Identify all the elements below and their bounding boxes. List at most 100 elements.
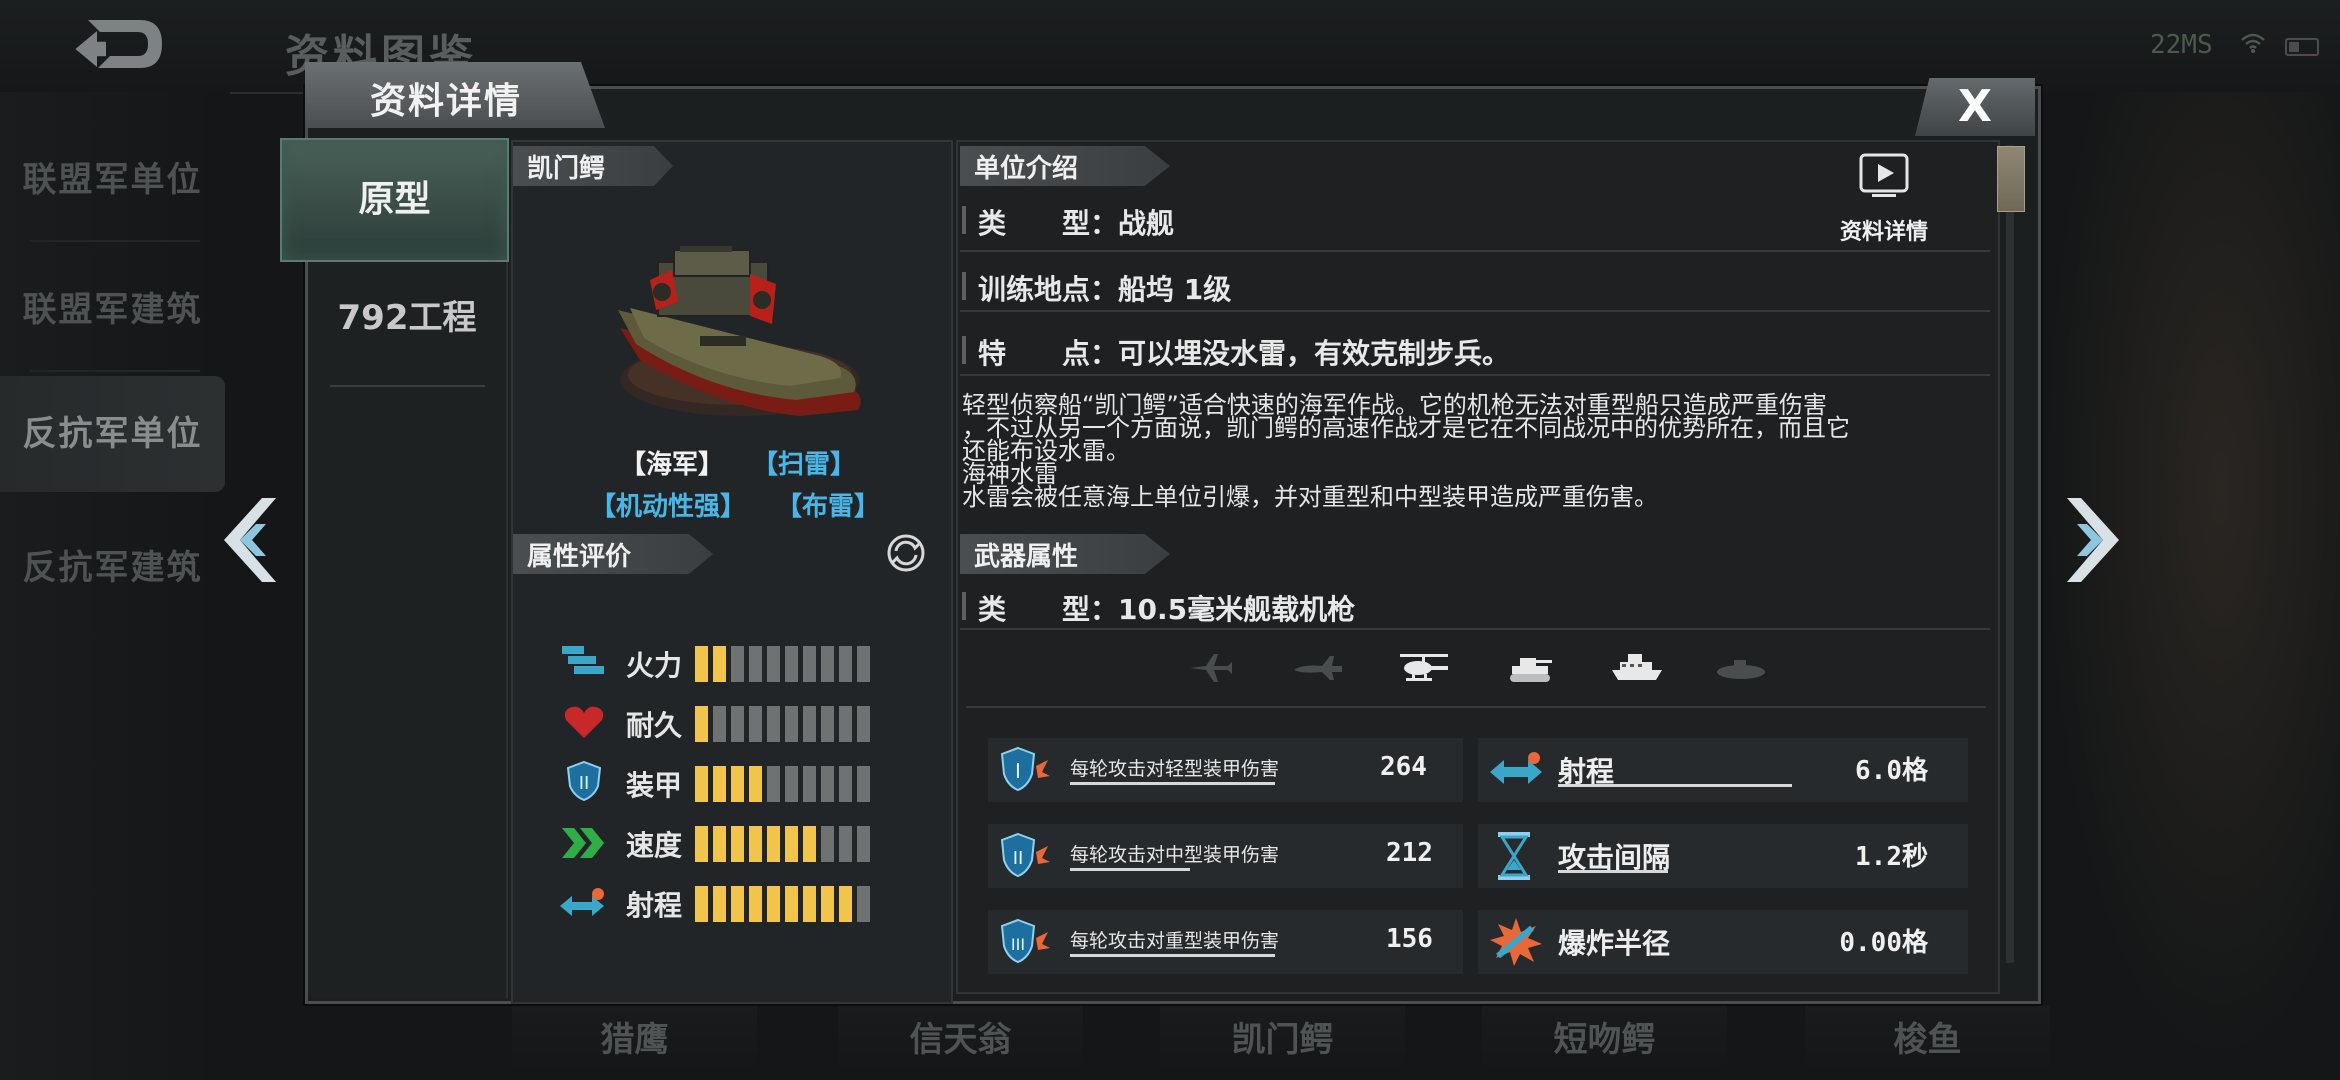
- attr-bar-segment: [695, 706, 708, 742]
- divider: [960, 374, 1990, 376]
- close-button[interactable]: X: [1915, 78, 2035, 136]
- sidebar-item-alliance-units[interactable]: 联盟军单位: [0, 152, 225, 201]
- damage-heavy-row: III 每轮攻击对重型装甲伤害 156: [988, 910, 1463, 974]
- stat-underline: [1070, 782, 1275, 785]
- divider: [960, 250, 1990, 252]
- attr-bar-segment: [839, 886, 852, 922]
- video-label[interactable]: 资料详情: [1840, 214, 1928, 246]
- unit-description: 轻型侦察船“凯门鳄”适合快速的海军作战。它的机枪无法对重型船只造成严重伤害 ，不…: [962, 393, 2002, 509]
- stat-label: 每轮攻击对重型装甲伤害: [1070, 930, 1280, 952]
- attr-bar-segment: [857, 706, 870, 742]
- stat-label: 每轮攻击对轻型装甲伤害: [1070, 758, 1280, 780]
- attr-bar-segment: [749, 706, 762, 742]
- refresh-icon[interactable]: [886, 533, 926, 577]
- attr-bar-segment: [785, 646, 798, 682]
- stat-value: 264: [1380, 752, 1427, 782]
- unit-tab[interactable]: 猎鹰: [512, 1005, 757, 1075]
- previous-arrow-icon[interactable]: [218, 490, 288, 590]
- submarine-icon: [1714, 650, 1768, 686]
- feature-row: 特 点：可以埋没水雷，有效克制步兵。: [978, 337, 1511, 370]
- attr-bar-segment: [821, 646, 834, 682]
- attr-bar-segment: [731, 706, 744, 742]
- stat-underline: [1558, 870, 1668, 873]
- attr-bar: [695, 646, 875, 686]
- ship-model-image: [600, 240, 880, 434]
- unit-tab[interactable]: 短吻鳄: [1482, 1005, 1727, 1075]
- speed-chevron-icon: [560, 826, 606, 864]
- scrollbar-thumb[interactable]: [1997, 146, 2025, 212]
- back-icon[interactable]: [70, 14, 170, 74]
- attr-bar-segment: [713, 646, 726, 682]
- firepower-icon: [560, 644, 610, 678]
- svg-text:I: I: [1015, 759, 1021, 783]
- damage-medium-row: II 每轮攻击对中型装甲伤害 212: [988, 824, 1463, 888]
- weapon-title: 武器属性: [974, 542, 1079, 572]
- battery-icon: [2285, 38, 2319, 56]
- sidebar-item-alliance-buildings[interactable]: 联盟军建筑: [0, 282, 225, 331]
- attr-bar-segment: [857, 886, 870, 922]
- attr-bar-segment: [785, 826, 798, 862]
- attr-bar-segment: [749, 646, 762, 682]
- plane-icon: [1292, 650, 1344, 686]
- row-marker: [962, 272, 966, 300]
- attr-bar-segment: [839, 706, 852, 742]
- attr-bar-segment: [749, 826, 762, 862]
- attr-bar-segment: [839, 646, 852, 682]
- intro-title: 单位介绍: [974, 154, 1079, 184]
- dialog-title: 资料详情: [370, 81, 523, 122]
- attr-bar: [695, 766, 875, 806]
- attr-bar-segment: [821, 826, 834, 862]
- attr-bar-segment: [803, 886, 816, 922]
- attr-bar-segment: [713, 886, 726, 922]
- unit-tab[interactable]: 信天翁: [838, 1005, 1083, 1075]
- svg-text:II: II: [579, 773, 590, 794]
- attr-bar-segment: [839, 766, 852, 802]
- scrollbar-track[interactable]: [2006, 145, 2014, 963]
- damage-light-row: I 每轮攻击对轻型装甲伤害 264: [988, 738, 1463, 802]
- helicopter-icon: [1396, 650, 1452, 686]
- attr-bar-segment: [749, 886, 762, 922]
- stat-label: 每轮攻击对中型装甲伤害: [1070, 844, 1280, 866]
- unit-tab[interactable]: 凯门鳄: [1160, 1005, 1405, 1075]
- attr-bar-segment: [803, 706, 816, 742]
- ship-icon: [1610, 650, 1664, 686]
- attr-bar-segment: [713, 826, 726, 862]
- video-play-icon[interactable]: [1858, 152, 1910, 204]
- unit-tab[interactable]: 梭鱼: [1805, 1005, 2050, 1075]
- shield-icon: II: [564, 760, 604, 806]
- attr-bar: [695, 886, 875, 926]
- tank-icon: [1508, 650, 1554, 686]
- attr-bar-segment: [857, 766, 870, 802]
- stat-value: 6.0格: [1855, 756, 1928, 786]
- sidebar-item-rebel-buildings[interactable]: 反抗军建筑: [0, 540, 225, 589]
- row-marker: [962, 206, 966, 234]
- row-marker: [962, 592, 966, 620]
- stat-label: 爆炸半径: [1558, 927, 1671, 960]
- divider: [330, 385, 485, 387]
- range-arrow-icon: [558, 886, 608, 924]
- attr-bar-segment: [749, 766, 762, 802]
- attr-bar-segment: [731, 826, 744, 862]
- attr-label: 耐久: [626, 709, 683, 742]
- attr-bar-segment: [821, 706, 834, 742]
- attr-bar-segment: [857, 826, 870, 862]
- variant-tab-prototype[interactable]: 原型: [280, 138, 509, 262]
- attr-bar-segment: [785, 766, 798, 802]
- attr-bar-segment: [785, 886, 798, 922]
- variant-tab-792[interactable]: 792工程: [308, 290, 506, 339]
- next-arrow-icon[interactable]: [2055, 490, 2125, 590]
- attr-label: 射程: [626, 889, 683, 922]
- train-row: 训练地点：船坞 1级: [978, 273, 1232, 306]
- unit-tag: 【海军】: [620, 450, 725, 480]
- explosion-icon: [1490, 918, 1542, 966]
- type-row: 类 型：战舰: [978, 207, 1175, 240]
- stat-underline: [1070, 868, 1190, 871]
- attr-bar-segment: [821, 766, 834, 802]
- sidebar-item-rebel-units[interactable]: 反抗军单位: [0, 376, 225, 492]
- light-armor-icon: I: [1000, 746, 1050, 792]
- hourglass-icon: [1498, 832, 1530, 880]
- interval-row: 攻击间隔 1.2秒: [1478, 824, 1968, 888]
- row-marker: [962, 336, 966, 364]
- attr-bar-segment: [767, 826, 780, 862]
- intro-header: 单位介绍: [960, 146, 1170, 186]
